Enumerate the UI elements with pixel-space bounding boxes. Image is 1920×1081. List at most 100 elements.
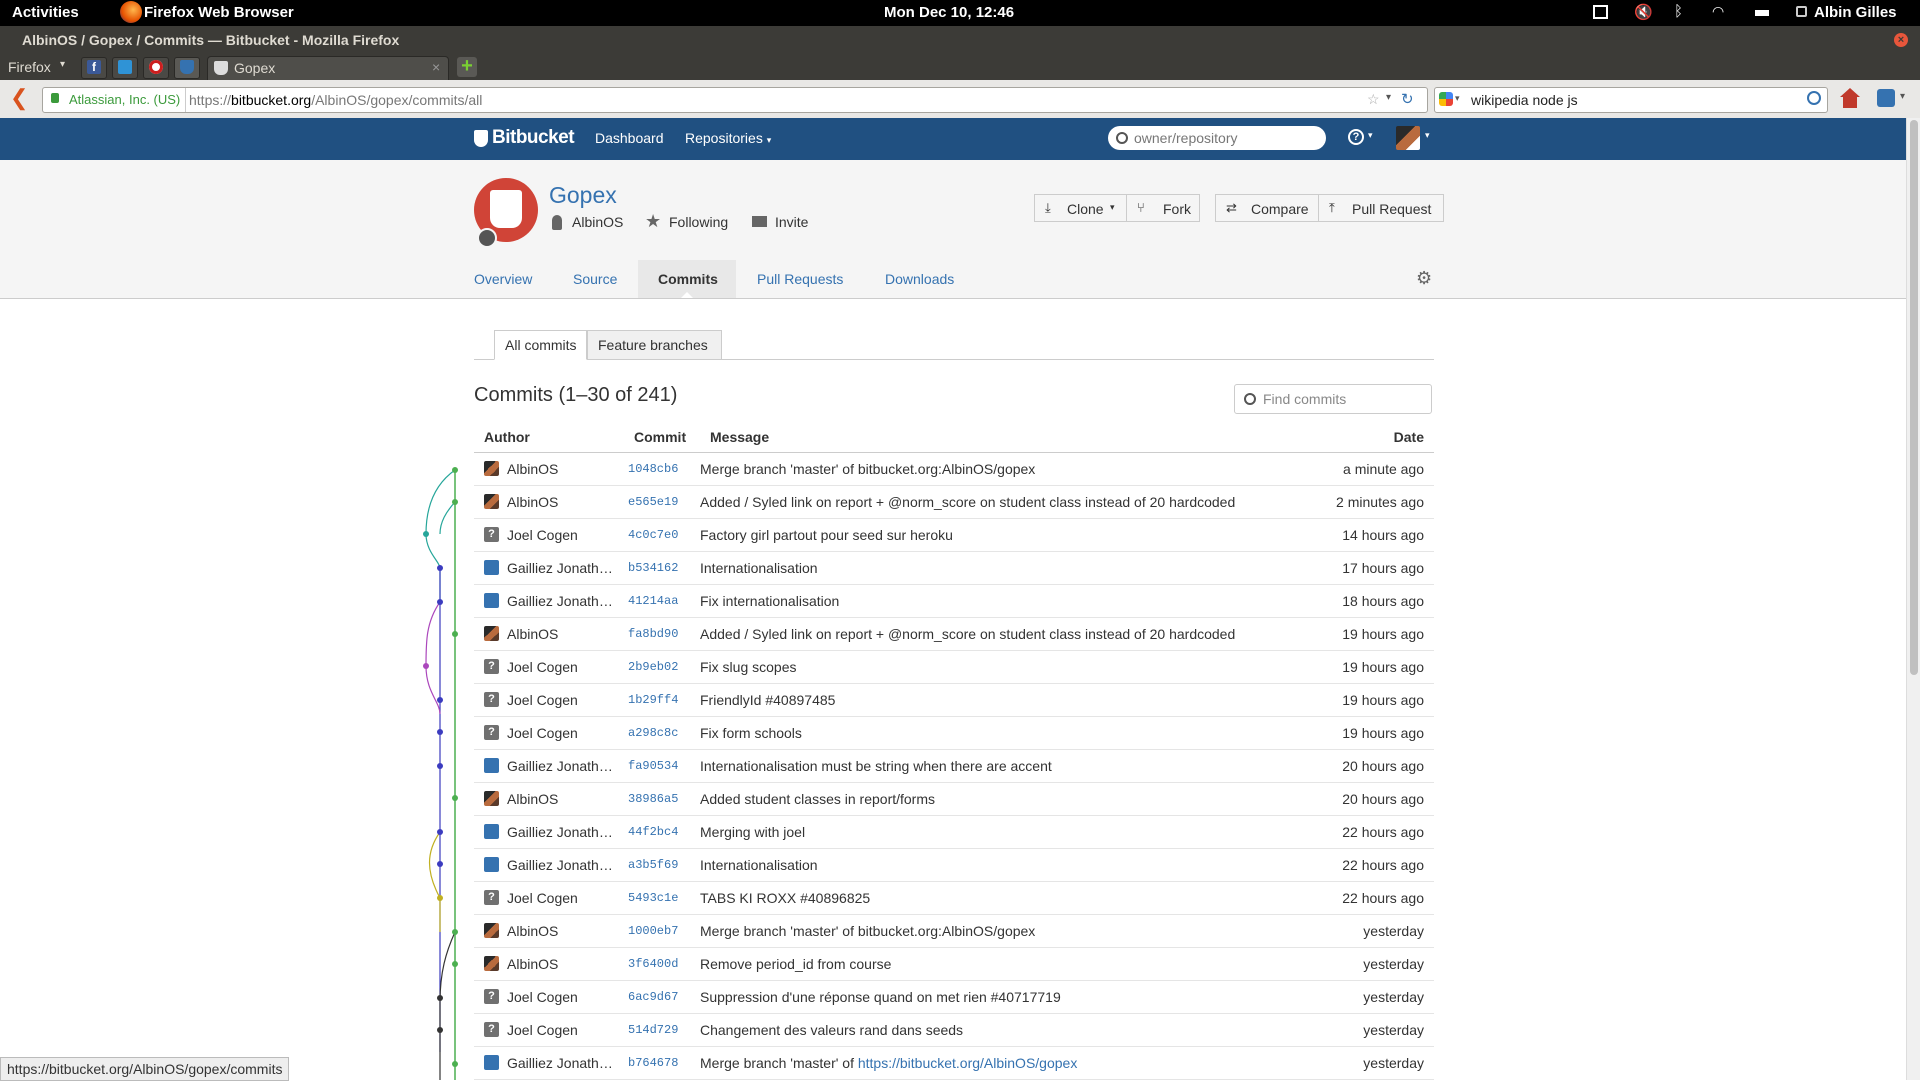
commit-message-text[interactable]: Internationalisation	[700, 857, 818, 873]
commit-hash-link[interactable]: b534162	[628, 551, 700, 585]
user-avatar[interactable]	[1396, 126, 1420, 150]
commit-message-text[interactable]: Added / Syled link on report + @norm_sco…	[700, 626, 1235, 642]
commit-hash-link[interactable]: fa8bd90	[628, 617, 700, 651]
author-name[interactable]: Gailliez Jonath…	[507, 593, 613, 609]
table-row[interactable]: AlbinOS 3f6400d Remove period_id from cour…	[474, 947, 1434, 981]
author-name[interactable]: Gailliez Jonath…	[507, 824, 613, 840]
table-row[interactable]: AlbinOS 38986a5 Added student classes in r…	[474, 782, 1434, 816]
table-row[interactable]: AlbinOS fa8bd90 Added / Syled link on repo…	[474, 617, 1434, 651]
tab-pull-requests[interactable]: Pull Requests	[757, 260, 857, 298]
commit-hash-link[interactable]: a298c8c	[628, 716, 700, 750]
app-menu[interactable]: Firefox Web Browser	[144, 4, 294, 21]
search-query[interactable]: wikipedia node js	[1471, 92, 1578, 108]
author-name[interactable]: Joel Cogen	[507, 989, 578, 1005]
author-name[interactable]: Joel Cogen	[507, 692, 578, 708]
commit-message-text[interactable]: FriendlyId #40897485	[700, 692, 835, 708]
author-name[interactable]: AlbinOS	[507, 923, 558, 939]
commit-message-text[interactable]: Changement des valeurs rand dans seeds	[700, 1022, 963, 1038]
bluetooth-icon[interactable]: ᛒ	[1674, 3, 1683, 20]
repo-title[interactable]: Gopex	[549, 182, 617, 209]
commit-message-text[interactable]: Fix form schools	[700, 725, 802, 741]
table-row[interactable]: Gailliez Jonath… b764678 Merge branch 'mas…	[474, 1046, 1434, 1080]
fork-button[interactable]: ⑂ Fork	[1126, 194, 1200, 222]
bookmark-star-icon[interactable]: ☆	[1367, 91, 1380, 108]
tab-downloads[interactable]: Downloads	[885, 260, 965, 298]
pinned-tab-twitter[interactable]	[112, 57, 138, 79]
new-tab-icon[interactable]: +	[457, 56, 477, 77]
author-name[interactable]: AlbinOS	[507, 461, 558, 477]
commit-hash-link[interactable]: 1b29ff4	[628, 683, 700, 717]
engine-dropdown-icon[interactable]: ▾	[1455, 93, 1460, 104]
commit-hash-link[interactable]: 514d729	[628, 1013, 700, 1047]
author-name[interactable]: Joel Cogen	[507, 725, 578, 741]
commit-hash-link[interactable]: fa90534	[628, 749, 700, 783]
clock[interactable]: Mon Dec 10, 12:46	[884, 4, 1014, 21]
history-dropdown-icon[interactable]: ▾	[1386, 92, 1391, 103]
commit-hash-link[interactable]: a3b5f69	[628, 848, 700, 882]
back-arrow-icon[interactable]: ❮	[10, 86, 28, 110]
commit-message-link[interactable]: https://bitbucket.org/AlbinOS/gopex	[858, 1055, 1077, 1071]
commit-message-text[interactable]: Suppression d'une réponse quand on met r…	[700, 989, 1061, 1005]
commit-hash-link[interactable]: 3f6400d	[628, 947, 700, 981]
commit-message-text[interactable]: Internationalisation must be string when…	[700, 758, 1052, 774]
volume-muted-icon[interactable]: 🔇	[1634, 3, 1653, 21]
reload-icon[interactable]: ↻	[1401, 90, 1414, 108]
pinned-tab-facebook[interactable]: f	[81, 57, 107, 79]
author-name[interactable]: Joel Cogen	[507, 659, 578, 675]
star-icon[interactable]: ★	[645, 211, 661, 232]
search-go-icon[interactable]	[1807, 91, 1821, 105]
tab-overview[interactable]: Overview	[474, 260, 544, 298]
author-name[interactable]: AlbinOS	[507, 626, 558, 642]
user-menu[interactable]: Albin Gilles	[1814, 4, 1897, 21]
bookmarks-dropdown-icon[interactable]: ▾	[1900, 91, 1905, 102]
pinned-tab-opera[interactable]	[143, 57, 169, 79]
commit-hash-link[interactable]: 2b9eb02	[628, 650, 700, 684]
author-name[interactable]: Gailliez Jonath…	[507, 1055, 613, 1071]
table-row[interactable]: AlbinOS 1000eb7 Merge branch 'master' of b…	[474, 914, 1434, 948]
commit-hash-link[interactable]: 1048cb6	[628, 452, 700, 486]
author-name[interactable]: Joel Cogen	[507, 1022, 578, 1038]
commit-hash-link[interactable]: 38986a5	[628, 782, 700, 816]
commit-message-text[interactable]: Factory girl partout pour seed sur herok…	[700, 527, 953, 543]
battery-icon[interactable]	[1755, 10, 1769, 16]
tab-source[interactable]: Source	[573, 260, 633, 298]
commit-message-text[interactable]: Merge branch 'master' of bitbucket.org:A…	[700, 461, 1035, 477]
table-row[interactable]: ? Joel Cogen 514d729 Changement des valeurs…	[474, 1013, 1434, 1047]
url-bar[interactable]: Atlassian, Inc. (US) https://bitbucket.o…	[42, 87, 1428, 113]
commit-hash-link[interactable]: 1000eb7	[628, 914, 700, 948]
url-text[interactable]: https://bitbucket.org/AlbinOS/gopex/comm…	[189, 92, 482, 108]
commit-hash-link[interactable]: 6ac9d67	[628, 980, 700, 1014]
invite-link[interactable]: Invite	[775, 214, 808, 230]
author-name[interactable]: Joel Cogen	[507, 527, 578, 543]
pull-request-button[interactable]: ⤒ Pull Request	[1318, 194, 1444, 222]
gear-icon[interactable]: ⚙	[1416, 268, 1432, 289]
commit-message-text[interactable]: Fix slug scopes	[700, 659, 796, 675]
repo-search-input[interactable]: owner/repository	[1108, 126, 1326, 150]
commit-hash-link[interactable]: b764678	[628, 1046, 700, 1080]
table-row[interactable]: ? Joel Cogen 2b9eb02 Fix slug scopes 19 hour…	[474, 650, 1434, 684]
tab-close-icon[interactable]: ×	[432, 59, 440, 75]
commit-hash-link[interactable]: e565e19	[628, 485, 700, 519]
compare-button[interactable]: ⇄ Compare	[1215, 194, 1319, 222]
mail-icon[interactable]	[1593, 5, 1608, 19]
table-row[interactable]: Gailliez Jonath… fa90534 Internationalisat…	[474, 749, 1434, 783]
scrollbar-thumb[interactable]	[1910, 120, 1918, 675]
table-row[interactable]: AlbinOS e565e19 Added / Syled link on repo…	[474, 485, 1434, 519]
pinned-tab-bitbucket[interactable]	[174, 57, 200, 79]
site-identity[interactable]: Atlassian, Inc. (US)	[69, 92, 180, 107]
firefox-menu-button[interactable]: Firefox	[8, 59, 51, 75]
commit-message-text[interactable]: TABS KI ROXX #40896825	[700, 890, 870, 906]
web-search-bar[interactable]: ▾ wikipedia node js	[1434, 87, 1828, 113]
author-name[interactable]: AlbinOS	[507, 791, 558, 807]
table-row[interactable]: AlbinOS 1048cb6 Merge branch 'master' of b…	[474, 452, 1434, 486]
commit-message-text[interactable]: Fix internationalisation	[700, 593, 839, 609]
table-row[interactable]: ? Joel Cogen 5493c1e TABS KI ROXX #40896825…	[474, 881, 1434, 915]
table-row[interactable]: Gailliez Jonath… 44f2bc4 Merging with joel…	[474, 815, 1434, 849]
table-row[interactable]: ? Joel Cogen 6ac9d67 Suppression d'une répo…	[474, 980, 1434, 1014]
page-scrollbar[interactable]	[1906, 118, 1920, 1080]
subtab-feature-branches[interactable]: Feature branches	[587, 330, 722, 360]
table-row[interactable]: Gailliez Jonath… a3b5f69 Internationalisat…	[474, 848, 1434, 882]
commit-message-text[interactable]: Internationalisation	[700, 560, 818, 576]
window-close-icon[interactable]: ×	[1894, 33, 1908, 47]
clone-button[interactable]: ⤓ Clone ▾	[1034, 194, 1127, 222]
